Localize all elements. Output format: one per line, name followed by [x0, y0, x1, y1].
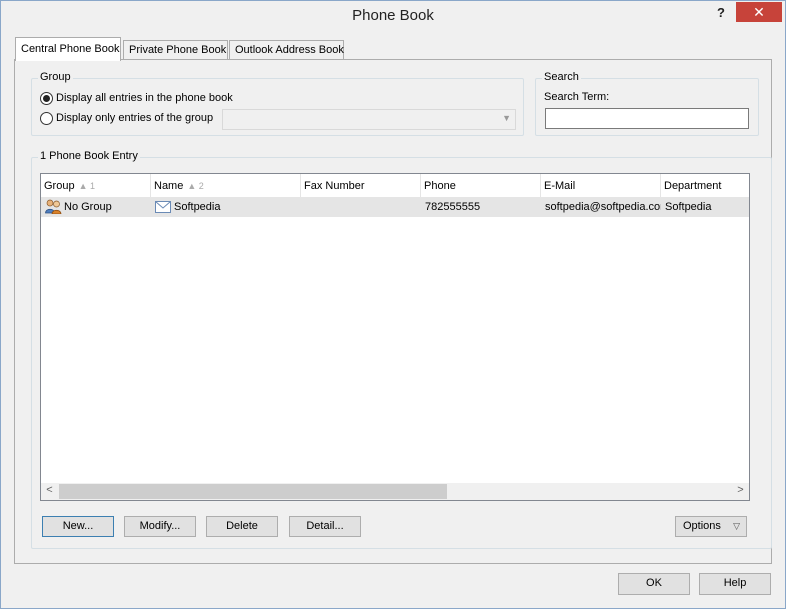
radio-all-label: Display all entries in the phone book — [56, 92, 233, 104]
group-legend: Group — [38, 71, 73, 83]
chevron-down-icon[interactable]: ▼ — [502, 113, 511, 123]
radio-group-button[interactable] — [40, 111, 53, 125]
options-button[interactable]: Options ▽ — [675, 516, 747, 537]
column-header-department[interactable]: Department — [661, 174, 749, 198]
tab-central-phone-book[interactable]: Central Phone Book — [15, 37, 121, 61]
envelope-icon — [155, 201, 171, 213]
modify-button[interactable]: Modify... — [124, 516, 196, 537]
search-legend: Search — [542, 71, 581, 83]
cell-name: Softpedia — [153, 198, 301, 217]
people-group-icon — [45, 199, 62, 214]
scroll-left-icon[interactable]: < — [41, 484, 58, 499]
search-box: Search Search Term: — [535, 71, 759, 136]
phone-book-window: Phone Book ? ✕ Central Phone Book Privat… — [0, 0, 786, 609]
radio-display-all[interactable]: Display all entries in the phone book — [40, 90, 233, 106]
scroll-right-icon[interactable]: > — [732, 484, 749, 499]
search-input[interactable] — [545, 108, 749, 129]
column-header-name[interactable]: Name ▲ 2 — [151, 174, 301, 198]
column-header-email[interactable]: E-Mail — [541, 174, 661, 198]
ok-button[interactable]: OK — [618, 573, 690, 595]
options-label: Options — [683, 520, 721, 532]
phone-book-list[interactable]: Group ▲ 1 Name ▲ 2 Fax Number Phone E-Mail — [40, 173, 750, 501]
column-fax-label: Fax Number — [304, 180, 365, 192]
column-email-label: E-Mail — [544, 180, 576, 192]
table-row[interactable]: No Group Softpedia 782555555 softpedia@s… — [41, 198, 749, 217]
chevron-down-icon: ▽ — [733, 521, 740, 531]
cell-email: softpedia@softpedia.com — [545, 201, 661, 213]
column-header-phone[interactable]: Phone — [421, 174, 541, 198]
row-name-text: Softpedia — [174, 201, 221, 213]
close-icon[interactable]: ✕ — [736, 2, 782, 22]
entries-legend: 1 Phone Book Entry — [38, 150, 140, 162]
radio-group-label: Display only entries of the group — [56, 112, 214, 124]
radio-all-button[interactable] — [40, 91, 53, 105]
search-term-label: Search Term: — [544, 91, 610, 103]
group-box: Group Display all entries in the phone b… — [31, 71, 524, 136]
scrollbar-thumb[interactable] — [59, 484, 447, 499]
column-header-fax[interactable]: Fax Number — [301, 174, 421, 198]
cell-phone: 782555555 — [425, 201, 481, 213]
new-button[interactable]: New... — [42, 516, 114, 537]
cell-fax — [303, 198, 421, 217]
title-bar[interactable]: Phone Book ? ✕ — [1, 1, 785, 31]
cell-group: No Group — [43, 198, 151, 217]
tab-private-phone-book[interactable]: Private Phone Book — [123, 40, 228, 60]
column-group-label: Group — [44, 180, 75, 192]
column-header-group[interactable]: Group ▲ 1 — [41, 174, 151, 198]
detail-button[interactable]: Detail... — [289, 516, 361, 537]
delete-button[interactable]: Delete — [206, 516, 278, 537]
window-title: Phone Book — [352, 7, 434, 24]
radio-display-group[interactable]: Display only entries of the group — [40, 110, 213, 126]
column-name-label: Name — [154, 180, 184, 192]
column-phone-label: Phone — [424, 180, 456, 192]
sort-ascending-icon: ▲ 1 — [78, 181, 95, 191]
list-header: Group ▲ 1 Name ▲ 2 Fax Number Phone E-Mail — [41, 174, 749, 198]
tab-outlook-address-book[interactable]: Outlook Address Book — [229, 40, 344, 60]
help-icon[interactable]: ? — [711, 5, 731, 23]
cell-department: Softpedia — [665, 201, 712, 213]
help-button[interactable]: Help — [699, 573, 771, 595]
entries-box: 1 Phone Book Entry Group ▲ 1 Name ▲ 2 Fax … — [31, 150, 772, 549]
column-department-label: Department — [664, 180, 722, 192]
row-group-text: No Group — [64, 201, 112, 213]
tab-page-central: Group Display all entries in the phone b… — [14, 59, 772, 564]
sort-ascending-icon: ▲ 2 — [187, 181, 204, 191]
group-select[interactable]: ▼ — [222, 109, 516, 130]
horizontal-scrollbar[interactable]: < > — [41, 483, 749, 500]
